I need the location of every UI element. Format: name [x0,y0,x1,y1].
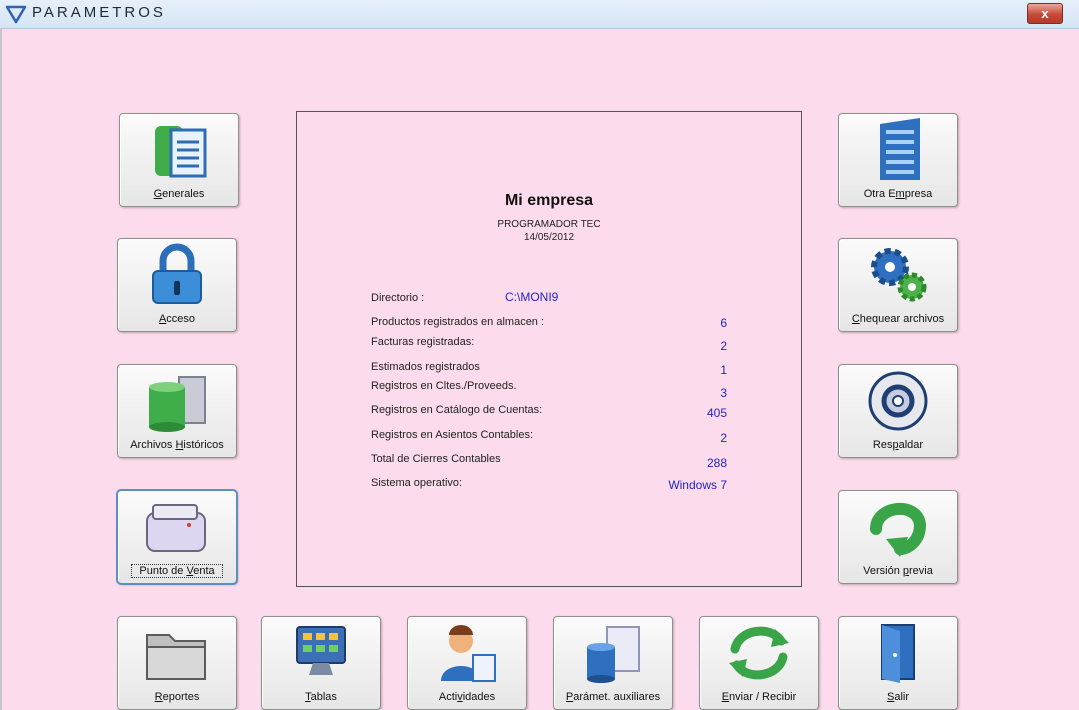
document-icon [155,126,207,178]
back-arrow-icon [870,503,927,557]
gears-icon [871,248,927,302]
padlock-icon [152,243,202,304]
parametros-auxiliares-button[interactable]: Parámet. auxiliares [553,616,673,710]
printer-icon [146,504,206,552]
catalogo-value: 405 [706,406,727,420]
cierres-value: 288 [706,456,727,470]
tablas-label: Tablas [305,691,337,703]
otra-empresa-button[interactable]: Otra Empresa [838,113,958,207]
directorio-value: C:\MONI9 [505,290,559,304]
app-icon [5,5,27,24]
archive-server-icon [149,376,206,432]
reportes-button[interactable]: Reportes [117,616,237,710]
company-name: Mi empresa [504,192,594,209]
folder-icon [146,634,206,680]
sync-arrows-icon [729,626,789,680]
salir-label: Salir [886,691,909,703]
respaldar-button[interactable]: Respaldar [838,364,958,458]
disc-icon [868,371,928,431]
office-building-icon [880,118,920,180]
chequear-label: Chequear archivos [851,313,945,325]
window-left-edge [0,28,2,710]
actividades-button[interactable]: Actividades [407,616,527,710]
catalogo-label: Registros en Catálogo de Cuentas: [371,404,543,416]
version-previa-button[interactable]: Versión previa [838,490,958,584]
generales-button[interactable]: Generales [119,113,239,207]
historicos-label: Archivos Históricos [130,439,224,451]
estimados-value: 1 [720,363,727,377]
sistema-value: Windows 7 [668,478,727,492]
cltes-proveeds-value: 3 [720,386,727,400]
otra-empresa-label: Otra Empresa [863,188,933,200]
cltes-proveeds-label: Registros en Cltes./Proveeds. [371,380,517,392]
company-info-panel: Mi empresa PROGRAMADOR TEC 14/05/2012 Di… [296,111,802,587]
productos-label: Productos registrados en almacen : [371,316,545,328]
archivos-historicos-button[interactable]: Archivos Históricos [117,364,237,458]
parametros-aux-label: Parámet. auxiliares [565,691,661,703]
respaldar-label: Respaldar [872,439,924,451]
facturas-value: 2 [720,339,727,353]
enviar-recibir-button[interactable]: Enviar / Recibir [699,616,819,710]
punto-venta-label: Punto de Venta [131,564,223,578]
user-name: PROGRAMADOR TEC [497,219,601,230]
salir-button[interactable]: Salir [838,616,958,710]
punto-de-venta-button[interactable]: Punto de Venta [116,489,238,585]
tablas-button[interactable]: Tablas [261,616,381,710]
asientos-label: Registros en Asientos Contables: [371,429,534,441]
user-icon [441,625,496,682]
directorio-label: Directorio : [371,292,425,304]
database-grid-icon [587,626,640,683]
generales-label: Generales [153,188,205,200]
title-bar: PARAMETROS x [0,0,1079,29]
session-date: 14/05/2012 [523,232,575,243]
monitor-icon [296,626,346,675]
acceso-button[interactable]: Acceso [117,238,237,332]
asientos-value: 2 [720,431,727,445]
estimados-label: Estimados registrados [371,361,480,373]
cierres-label: Total de Cierres Contables [371,453,501,465]
window-title: PARAMETROS [32,4,166,21]
version-label: Versión previa [863,565,933,577]
facturas-label: Facturas registradas: [371,336,475,348]
productos-value: 6 [720,316,727,330]
reportes-label: Reportes [154,691,200,703]
actividades-label: Actividades [438,691,496,703]
acceso-label: Acceso [158,313,196,325]
chequear-archivos-button[interactable]: Chequear archivos [838,238,958,332]
close-button[interactable]: x [1027,3,1063,24]
exit-door-icon [881,624,915,683]
sistema-label: Sistema operativo: [371,477,463,489]
enviar-label: Enviar / Recibir [721,691,797,703]
